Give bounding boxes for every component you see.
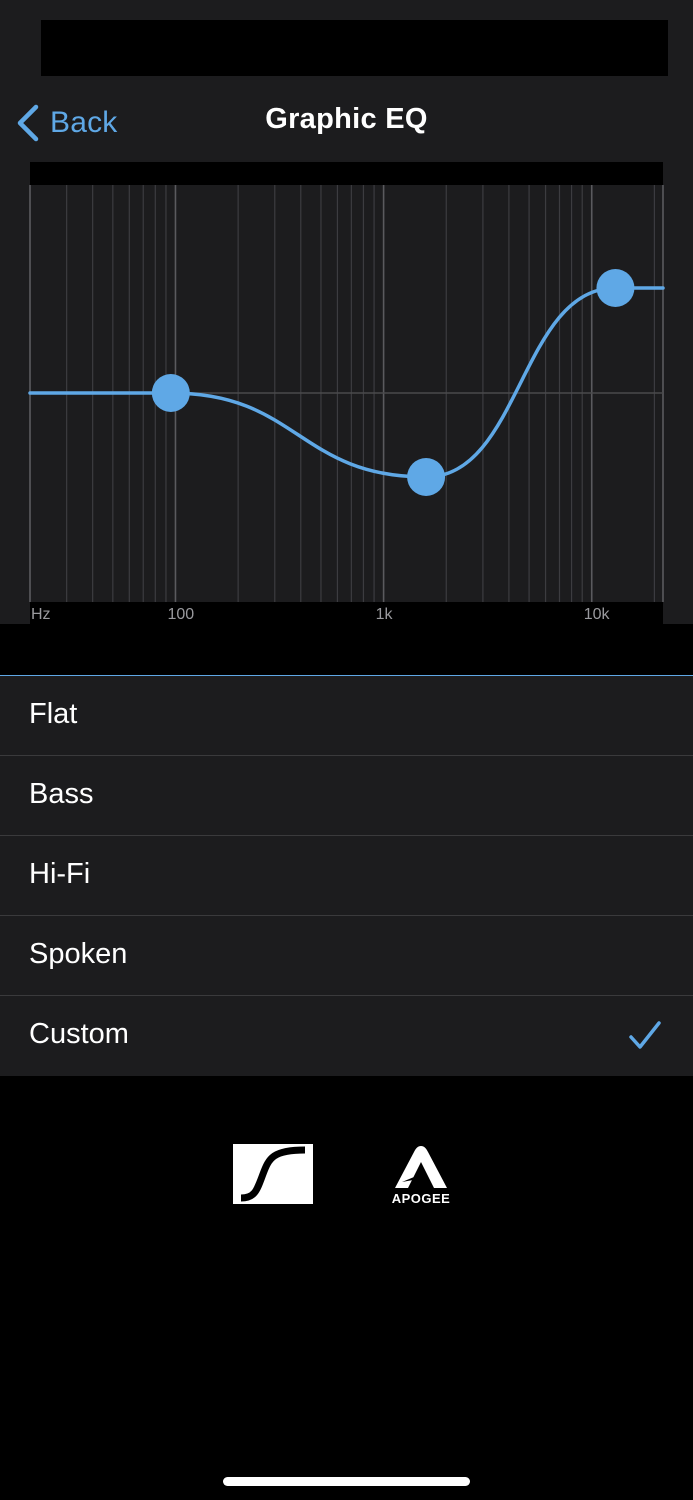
apogee-logo-text: APOGEE: [391, 1191, 451, 1206]
apogee-logo-icon: [395, 1146, 447, 1188]
eq-axis-label: Hz: [31, 606, 51, 623]
preset-item-hi-fi[interactable]: Hi-Fi: [0, 836, 693, 916]
home-indicator[interactable]: [223, 1477, 470, 1486]
preset-item-bass[interactable]: Bass: [0, 756, 693, 836]
eq-band-handle[interactable]: [151, 374, 190, 412]
preset-label: Custom: [29, 1018, 129, 1050]
checkmark-icon: [629, 1021, 661, 1049]
preset-label: Hi-Fi: [29, 858, 91, 890]
eq-handles: [151, 269, 635, 496]
eq-chart[interactable]: Hz 100 1k 10k: [0, 162, 693, 624]
brand-logos: APOGEE: [0, 1140, 693, 1220]
preset-list: Flat Bass Hi-Fi Spoken Custom: [0, 675, 693, 1076]
spacer: [0, 624, 693, 676]
eq-panel: Hz 100 1k 10k: [0, 162, 693, 624]
navigation-bar: Back Graphic EQ: [0, 88, 693, 158]
eq-band-handle[interactable]: [407, 458, 446, 496]
apogee-logo: APOGEE: [384, 1142, 458, 1208]
eq-axis-label: 1k: [376, 606, 394, 623]
eq-axis-label: 100: [167, 606, 194, 623]
preset-label: Bass: [29, 778, 94, 810]
preset-item-spoken[interactable]: Spoken: [0, 916, 693, 996]
preset-label: Spoken: [29, 938, 128, 970]
eq-header-redacted: [30, 162, 663, 185]
eq-band-handle[interactable]: [596, 269, 635, 307]
preset-item-custom[interactable]: Custom: [0, 996, 693, 1076]
status-bar-redacted: [41, 20, 668, 76]
eq-axis-bar: [30, 602, 663, 624]
eq-axis-label: 10k: [584, 606, 611, 623]
eq-curve: [28, 286, 665, 479]
page-title: Graphic EQ: [265, 103, 428, 135]
sennheiser-logo-icon: [233, 1144, 313, 1204]
preset-label: Flat: [29, 698, 78, 730]
preset-item-flat[interactable]: Flat: [0, 676, 693, 756]
